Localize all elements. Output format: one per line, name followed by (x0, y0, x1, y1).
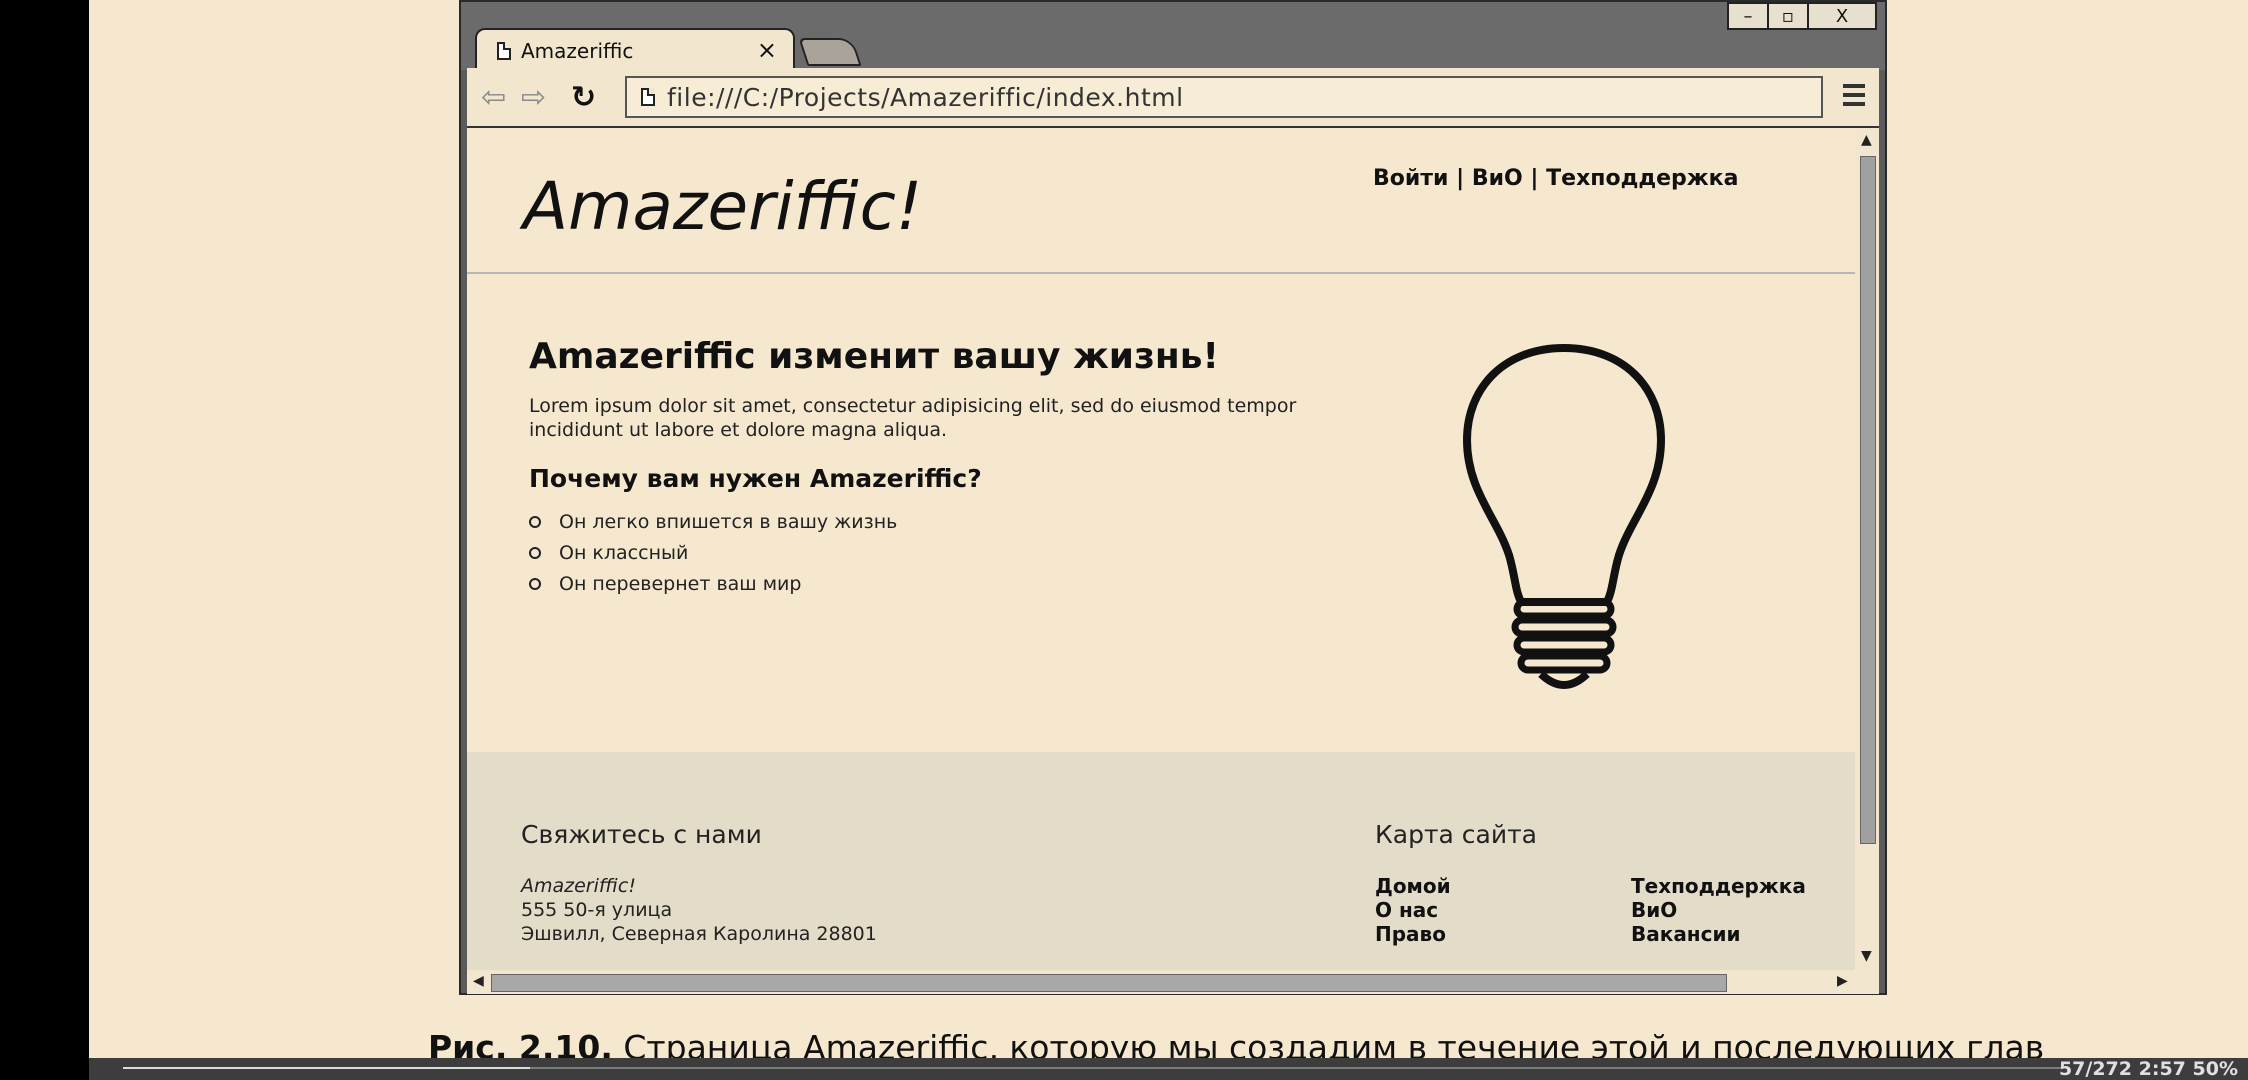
contact-address: Amazeriffic! 555 50-я улица Эшвилл, Севе… (521, 874, 877, 946)
sitemap-heading: Карта сайта (1375, 820, 1537, 849)
site-title: Amazeriffic! (523, 168, 923, 245)
tab-close-icon[interactable]: × (757, 36, 777, 64)
lightbulb-icon (1463, 344, 1665, 689)
reading-progress-fill (123, 1067, 531, 1069)
list-item: Он перевернет ваш мир (529, 568, 897, 599)
address-text: file:///C:/Projects/Amazeriffic/index.ht… (667, 82, 1184, 112)
sitemap-link-legal[interactable]: Право (1375, 922, 1451, 946)
tab-title: Amazeriffic (521, 39, 634, 63)
scroll-up-icon[interactable]: ▲ (1861, 132, 1872, 148)
address-bar[interactable]: file:///C:/Projects/Amazeriffic/index.ht… (625, 76, 1823, 118)
sitemap-column-1: Домой О нас Право (1375, 874, 1451, 946)
top-nav: Войти | ВиО | Техподдержка (1373, 166, 1738, 191)
company-name: Amazeriffic! (521, 875, 636, 897)
why-heading: Почему вам нужен Amazeriffic? (529, 464, 982, 493)
list-item: Он легко впишется в вашу жизнь (529, 506, 897, 537)
vertical-scroll-thumb[interactable] (1860, 156, 1876, 844)
reasons-list: Он легко впишется в вашу жизнь Он классн… (529, 506, 897, 599)
reader-status: 57/272 2:57 50% (2059, 1058, 2238, 1080)
close-window-button[interactable]: X (1807, 2, 1877, 30)
clock: 2:57 (2138, 1058, 2186, 1080)
reload-icon[interactable]: ↻ (571, 80, 596, 115)
browser-window: – ▫ X Amazeriffic × ⇦ ⇨ ↻ file:///C:/Pro… (459, 0, 1887, 995)
scroll-right-icon[interactable]: ▶ (1837, 973, 1848, 989)
street: 555 50-я улица (521, 899, 673, 921)
horizontal-scroll-thumb[interactable] (491, 974, 1727, 992)
back-arrow-icon[interactable]: ⇦ (481, 80, 506, 115)
left-black-bar (0, 0, 89, 1080)
vertical-scrollbar[interactable]: ▲ ▼ (1855, 128, 1879, 970)
header-divider (467, 272, 1855, 274)
sitemap-link-about[interactable]: О нас (1375, 898, 1451, 922)
contact-heading: Свяжитесь с нами (521, 820, 762, 849)
login-link[interactable]: Войти (1373, 166, 1448, 191)
browser-tab[interactable]: Amazeriffic × (475, 28, 795, 72)
sitemap-link-home[interactable]: Домой (1375, 874, 1451, 898)
battery-percent: 50% (2192, 1058, 2238, 1080)
horizontal-scrollbar[interactable]: ◀ ▶ (467, 970, 1879, 994)
window-controls: – ▫ X (1727, 2, 1877, 30)
menu-icon[interactable] (1843, 84, 1865, 111)
sitemap-link-jobs[interactable]: Вакансии (1631, 922, 1806, 946)
city: Эшвилл, Северная Каролина 28801 (521, 923, 877, 945)
reading-progress-bar[interactable] (123, 1067, 2063, 1069)
browser-toolbar: ⇦ ⇨ ↻ file:///C:/Projects/Amazeriffic/in… (467, 68, 1879, 128)
list-item: Он классный (529, 537, 897, 568)
forward-arrow-icon[interactable]: ⇨ (521, 80, 546, 115)
reader-status-bar: 57/272 2:57 50% (89, 1058, 2248, 1080)
intro-text: Lorem ipsum dolor sit amet, consectetur … (529, 395, 1297, 441)
nav-separator: | (1456, 166, 1465, 191)
page-viewport: Amazeriffic! Войти | ВиО | Техподдержка … (467, 128, 1855, 970)
maximize-button[interactable]: ▫ (1767, 2, 1809, 30)
minimize-button[interactable]: – (1727, 2, 1769, 30)
sitemap-link-faq[interactable]: ВиО (1631, 898, 1806, 922)
scroll-down-icon[interactable]: ▼ (1861, 948, 1872, 964)
nav-separator: | (1530, 166, 1539, 191)
page-icon (497, 42, 511, 60)
sitemap-link-support[interactable]: Техподдержка (1631, 874, 1806, 898)
support-link[interactable]: Техподдержка (1546, 166, 1738, 191)
scroll-left-icon[interactable]: ◀ (473, 973, 484, 989)
page-icon (641, 88, 655, 106)
faq-link[interactable]: ВиО (1472, 166, 1523, 191)
sitemap-column-2: Техподдержка ВиО Вакансии (1631, 874, 1806, 946)
page-counter: 57/272 (2058, 1058, 2132, 1080)
site-footer: Свяжитесь с нами Amazeriffic! 555 50-я у… (467, 752, 1855, 970)
main-headline: Amazeriffic изменит вашу жизнь! (529, 336, 1219, 377)
